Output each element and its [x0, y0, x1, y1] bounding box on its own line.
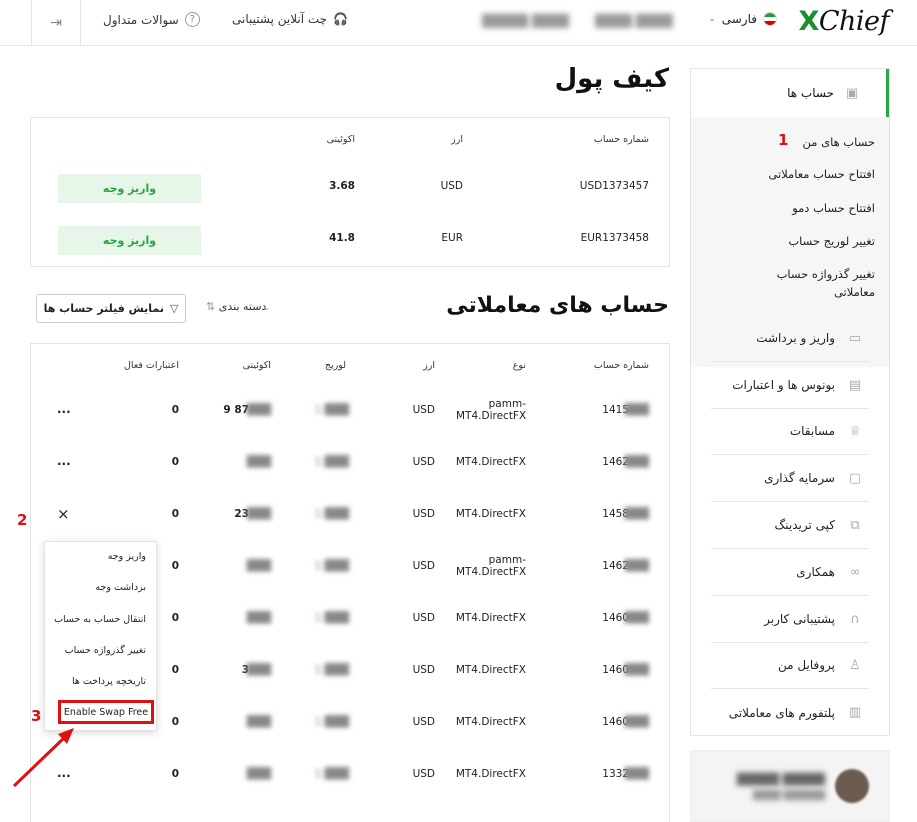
arrow-shaft [12, 734, 68, 788]
annotation-arrow [12, 728, 74, 788]
